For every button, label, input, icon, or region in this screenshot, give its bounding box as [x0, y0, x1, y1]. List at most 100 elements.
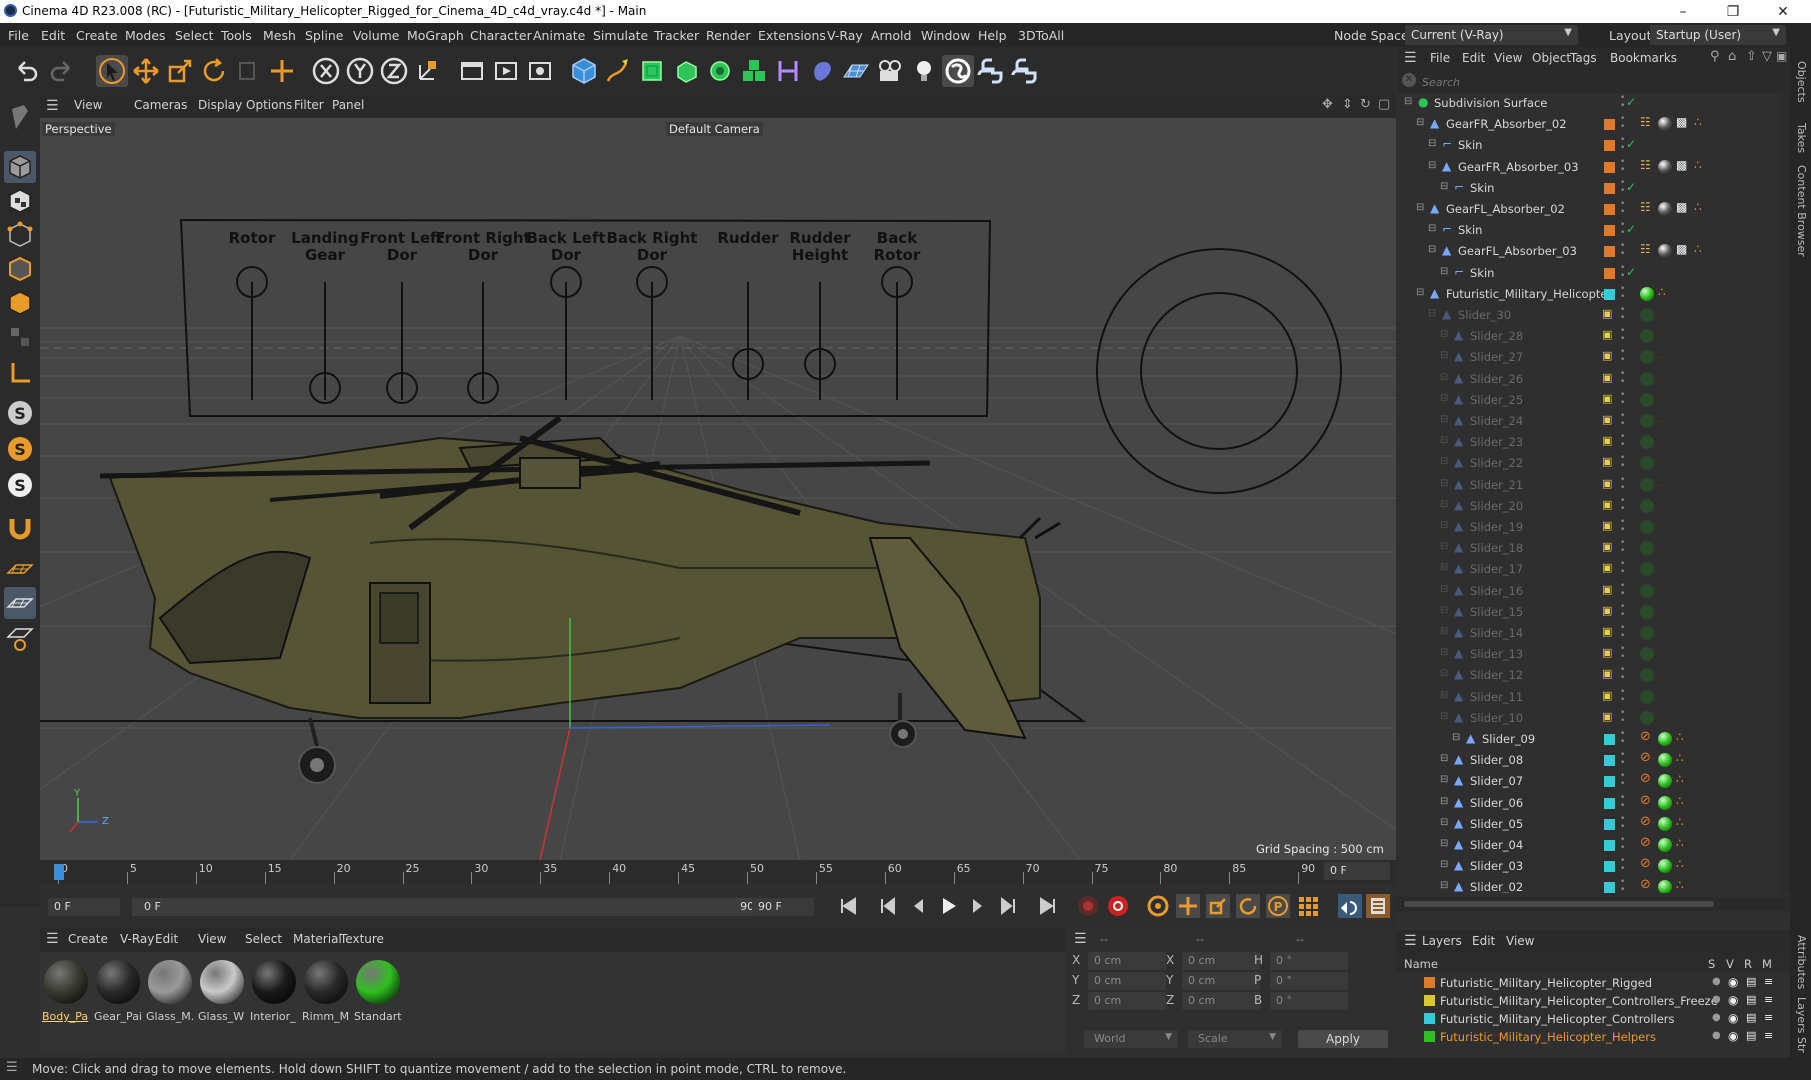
scale-icon[interactable] [164, 55, 196, 87]
tree-expand-icon[interactable]: ⊟ [1428, 308, 1436, 319]
coord-value-field[interactable]: 0 cm [1088, 972, 1166, 990]
menu-tracker[interactable]: Tracker [654, 28, 699, 43]
visibility-dots-icon[interactable]: • • [1620, 115, 1625, 132]
lock-icon[interactable]: ▣ [1602, 349, 1612, 362]
lock-icon[interactable]: ▣ [1602, 434, 1612, 447]
camera-icon[interactable] [874, 55, 906, 87]
material-menu-material[interactable]: Material [293, 932, 342, 946]
object-row[interactable]: ⊟ ▲ Slider_30 • • ▣ ∴ [1396, 305, 1790, 326]
enabled-check-icon[interactable]: ✓ [1626, 222, 1636, 236]
visibility-dots-icon[interactable]: • • [1620, 666, 1625, 683]
hamburger-icon[interactable]: ☰ [46, 931, 59, 947]
render-view-icon[interactable] [490, 55, 522, 87]
material-swatch[interactable]: Glass_W [198, 958, 246, 1030]
cloner-icon[interactable] [704, 55, 736, 87]
viewport-menu-view[interactable]: View [74, 98, 102, 112]
close-button[interactable]: ✕ [1760, 1, 1806, 23]
object-row[interactable]: ⊟ ⌐ Skin • • ✓ [1396, 263, 1790, 284]
tree-expand-icon[interactable]: ⊟ [1416, 287, 1424, 298]
eye-icon[interactable]: ◉ [1728, 993, 1738, 1007]
lock-icon[interactable]: ▣ [1602, 477, 1612, 490]
node-space-dropdown[interactable]: Current (V-Ray) ▼ [1405, 25, 1578, 45]
go-to-end-icon[interactable] [1036, 894, 1060, 918]
tree-expand-icon[interactable]: ⊟ [1428, 160, 1436, 171]
object-row[interactable]: ⊟ ▲ Slider_15 • • ▣ ∴ [1396, 602, 1790, 623]
ik-tag-icon[interactable]: ∴ [1694, 200, 1702, 214]
object-row[interactable]: ⊟ ▲ Slider_02 • • ⊘ ∴ [1396, 877, 1790, 893]
lock-icon[interactable]: ▣ [1602, 561, 1612, 574]
tree-expand-icon[interactable]: ⊟ [1440, 690, 1448, 701]
material-menu-select[interactable]: Select [245, 932, 282, 946]
visibility-dots-icon[interactable]: • • [1620, 814, 1625, 831]
key-rotation-icon[interactable] [1236, 894, 1260, 918]
object-row[interactable]: ⊟ ▲ Slider_21 • • ▣ ∴ [1396, 475, 1790, 496]
subdivision-icon[interactable] [636, 55, 668, 87]
layer-color-swatch[interactable] [1604, 140, 1615, 152]
object-menu-file[interactable]: File [1430, 51, 1450, 65]
coordinate-scale-dropdown[interactable]: Scale ▼ [1188, 1030, 1282, 1048]
material-tag-icon[interactable] [1640, 456, 1654, 471]
material-menu-create[interactable]: Create [68, 932, 108, 946]
material-tag-icon[interactable] [1640, 286, 1654, 301]
manager-icon[interactable]: ≡ [1764, 1011, 1773, 1024]
object-row[interactable]: ⊟ ▲ Slider_07 • • ⊘ ∴ [1396, 771, 1790, 792]
ik-tag-icon[interactable]: ∴ [1658, 560, 1666, 574]
visibility-dots-icon[interactable]: • • [1620, 433, 1625, 450]
layer-color-swatch[interactable] [1424, 1031, 1435, 1042]
coord-value-field[interactable]: 0 ° [1270, 992, 1348, 1010]
tab-takes[interactable]: Takes [1795, 123, 1808, 153]
protection-tag-icon[interactable]: ⊘ [1640, 729, 1651, 744]
lock-icon[interactable]: ▣ [1602, 540, 1612, 553]
checker-tag-icon[interactable]: ▩ [1676, 158, 1687, 172]
material-tag-icon[interactable] [1658, 880, 1672, 893]
visibility-dots-icon[interactable]: • • [1620, 708, 1625, 725]
layer-color-swatch[interactable] [1604, 246, 1615, 258]
layer-color-swatch[interactable] [1604, 797, 1615, 809]
material-tag-icon[interactable] [1658, 795, 1672, 810]
object-row[interactable]: ⊟ ▲ Slider_06 • • ⊘ ∴ [1396, 793, 1790, 814]
3d-viewport[interactable]: Perspective Default Camera Grid Spacing … [40, 118, 1396, 860]
tree-expand-icon[interactable]: ⊟ [1416, 117, 1424, 128]
object-row[interactable]: ⊟ ▲ Slider_08 • • ⊘ ∴ [1396, 750, 1790, 771]
lock-icon[interactable]: ▣ [1602, 307, 1612, 320]
visibility-dots-icon[interactable]: • • [1620, 284, 1625, 301]
eye-icon[interactable]: ◉ [1728, 1029, 1738, 1043]
coord-value-field[interactable]: 0 ° [1270, 952, 1348, 970]
lock-icon[interactable]: ▣ [1602, 519, 1612, 532]
object-row[interactable]: ⊟ ▲ Slider_16 • • ▣ ∴ [1396, 581, 1790, 602]
visibility-dots-icon[interactable]: • • [1620, 475, 1625, 492]
layer-menu-edit[interactable]: Edit [1472, 934, 1495, 948]
tree-expand-icon[interactable]: ⊟ [1440, 605, 1448, 616]
visibility-dots-icon[interactable]: • • [1620, 94, 1625, 111]
viewport-menu-cameras[interactable]: Cameras [134, 98, 187, 112]
x-axis-lock-icon[interactable] [310, 55, 342, 87]
weight-tag-icon[interactable]: ☷ [1640, 242, 1651, 256]
tree-expand-icon[interactable]: ⊟ [1440, 520, 1448, 531]
pan-icon[interactable]: ✥ [1322, 97, 1333, 112]
hamburger-icon[interactable]: ☰ [46, 98, 59, 114]
workplane-icon[interactable] [4, 553, 36, 585]
render-icon[interactable]: ▤ [1746, 993, 1756, 1006]
menu-create[interactable]: Create [76, 28, 118, 43]
tab-objects[interactable]: Objects [1795, 61, 1808, 103]
object-row[interactable]: ⊟ ▲ Slider_27 • • ▣ ∴ [1396, 347, 1790, 368]
material-tag-icon[interactable] [1640, 541, 1654, 556]
lock-icon[interactable]: ▣ [1602, 455, 1612, 468]
lock-icon[interactable]: ▣ [1602, 371, 1612, 384]
menu-v-ray[interactable]: V-Ray [827, 28, 863, 43]
z-axis-lock-icon[interactable] [378, 55, 410, 87]
render-icon[interactable]: ▤ [1746, 1029, 1756, 1042]
object-row[interactable]: ⊟ ▲ Slider_23 • • ▣ ∴ [1396, 432, 1790, 453]
next-frame-icon[interactable] [966, 894, 990, 918]
object-row[interactable]: ⊟ ▲ GearFR_Absorber_02 • • ☷ ▩ ∴ [1396, 114, 1790, 135]
ik-tag-icon[interactable]: ∴ [1658, 603, 1666, 617]
layer-color-swatch[interactable] [1604, 225, 1615, 237]
transform-icon[interactable] [266, 55, 298, 87]
ik-tag-icon[interactable]: ∴ [1658, 348, 1666, 362]
layout-dropdown[interactable]: Startup (User) ▼ [1650, 25, 1786, 45]
ik-tag-icon[interactable]: ∴ [1658, 476, 1666, 490]
tree-expand-icon[interactable]: ⊟ [1440, 817, 1448, 828]
ik-tag-icon[interactable]: ∴ [1658, 518, 1666, 532]
python-script-icon[interactable] [1010, 55, 1042, 87]
layer-color-swatch[interactable] [1604, 204, 1615, 215]
